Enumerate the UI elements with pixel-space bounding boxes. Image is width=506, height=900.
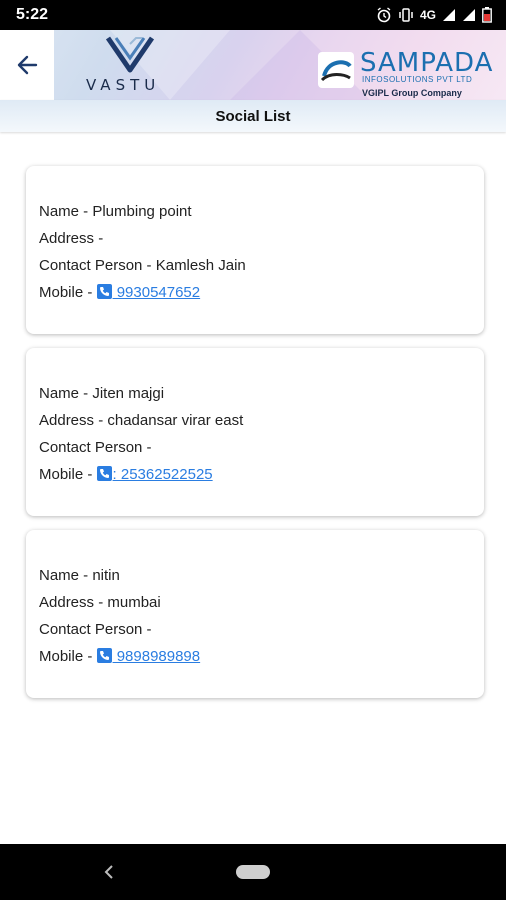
mobile-label: Mobile - bbox=[39, 466, 93, 483]
nav-back-icon[interactable] bbox=[102, 862, 116, 882]
signal-icon bbox=[443, 9, 455, 21]
network-type: 4G bbox=[419, 8, 436, 22]
nav-home-button[interactable] bbox=[236, 865, 270, 879]
signal-2-icon bbox=[463, 9, 475, 21]
phone-link[interactable]: 9898989898 bbox=[96, 648, 201, 665]
page-title: Social List bbox=[0, 100, 506, 132]
contact-mobile-row: Mobile - 9930547652 bbox=[39, 279, 484, 306]
phone-link[interactable]: : 25362522525 bbox=[96, 466, 213, 483]
contact-name: Name - Jiten majgi bbox=[39, 385, 165, 402]
phone-icon bbox=[96, 284, 112, 299]
company-name: SAMPADA bbox=[360, 48, 494, 78]
header-banner: VASTU SAMPADA INFOSOLUTIONS PVT LTD VGIP… bbox=[0, 30, 506, 100]
contact-address: Address - chadansar virar east bbox=[39, 412, 244, 429]
back-button[interactable] bbox=[0, 30, 54, 100]
contact-mobile-row: Mobile - : 25362522525 bbox=[39, 461, 484, 488]
vastu-logo-icon bbox=[105, 36, 155, 73]
mobile-number: 9930547652 bbox=[112, 284, 201, 301]
app-logo-text: VASTU bbox=[86, 76, 161, 94]
status-time: 5:22 bbox=[16, 6, 49, 23]
contact-name: Name - nitin bbox=[39, 567, 120, 584]
mobile-label: Mobile - bbox=[39, 648, 93, 665]
battery-icon bbox=[482, 7, 492, 23]
phone-link[interactable]: 9930547652 bbox=[96, 284, 201, 301]
vibrate-icon bbox=[399, 8, 413, 22]
contact-person: Contact Person - bbox=[39, 621, 152, 638]
contact-address: Address - mumbai bbox=[39, 594, 161, 611]
company-subtitle: INFOSOLUTIONS PVT LTD bbox=[362, 75, 473, 84]
contact-person: Contact Person - Kamlesh Jain bbox=[39, 257, 246, 274]
contact-card: Name - Jiten majgi Address - chadansar v… bbox=[26, 348, 484, 516]
status-icons: 4G bbox=[376, 7, 492, 23]
contact-address: Address - bbox=[39, 230, 104, 247]
contact-person: Contact Person - bbox=[39, 439, 152, 456]
status-bar: 5:22 4G bbox=[0, 0, 506, 30]
mobile-label: Mobile - bbox=[39, 284, 93, 301]
phone-icon bbox=[96, 466, 112, 481]
sampada-logo-icon bbox=[318, 52, 354, 88]
company-group: VGIPL Group Company bbox=[362, 88, 462, 98]
contact-mobile-row: Mobile - 9898989898 bbox=[39, 643, 484, 670]
mobile-number: 9898989898 bbox=[112, 648, 201, 665]
alarm-icon bbox=[377, 7, 391, 23]
contact-card: Name - Plumbing point Address - Contact … bbox=[26, 166, 484, 334]
arrow-left-icon bbox=[17, 55, 38, 75]
phone-icon bbox=[96, 648, 112, 663]
mobile-number: : 25362522525 bbox=[112, 466, 213, 483]
contact-card: Name - nitin Address - mumbai Contact Pe… bbox=[26, 530, 484, 698]
contact-name: Name - Plumbing point bbox=[39, 203, 192, 220]
system-nav-bar bbox=[0, 844, 506, 900]
